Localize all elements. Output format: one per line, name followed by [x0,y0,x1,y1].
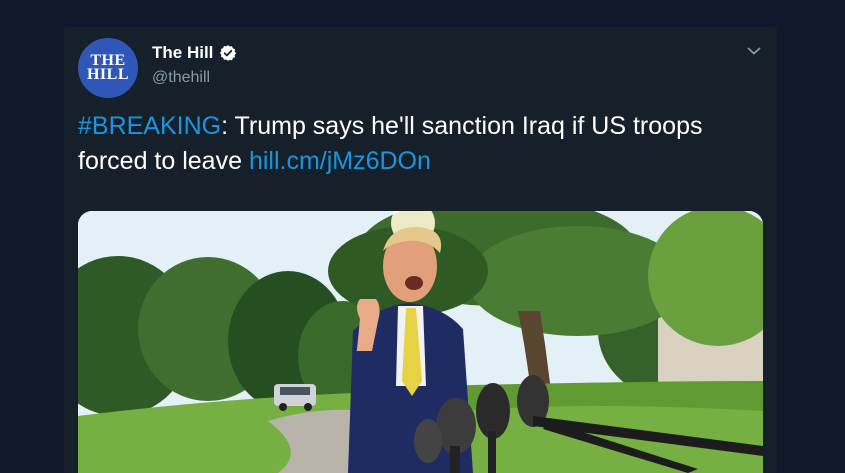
verified-badge-icon [219,44,237,62]
hashtag-link[interactable]: #BREAKING [78,112,221,140]
tweet-text: #BREAKING: Trump says he'll sanction Ira… [78,109,758,179]
display-name[interactable]: The Hill [152,43,213,63]
avatar[interactable]: THE HILL [78,38,138,98]
avatar-text-line2: HILL [86,66,129,83]
handle[interactable]: @thehill [152,68,210,88]
chevron-down-icon[interactable] [745,42,763,60]
article-link[interactable]: hill.cm/jMz6DOn [249,147,431,175]
photo-scene [78,211,763,473]
tweet-photo[interactable] [78,211,763,473]
author-name-row: The Hill [152,43,237,63]
tweet-card[interactable]: THE HILL The Hill @thehill #BREAKING: Tr… [64,27,777,473]
